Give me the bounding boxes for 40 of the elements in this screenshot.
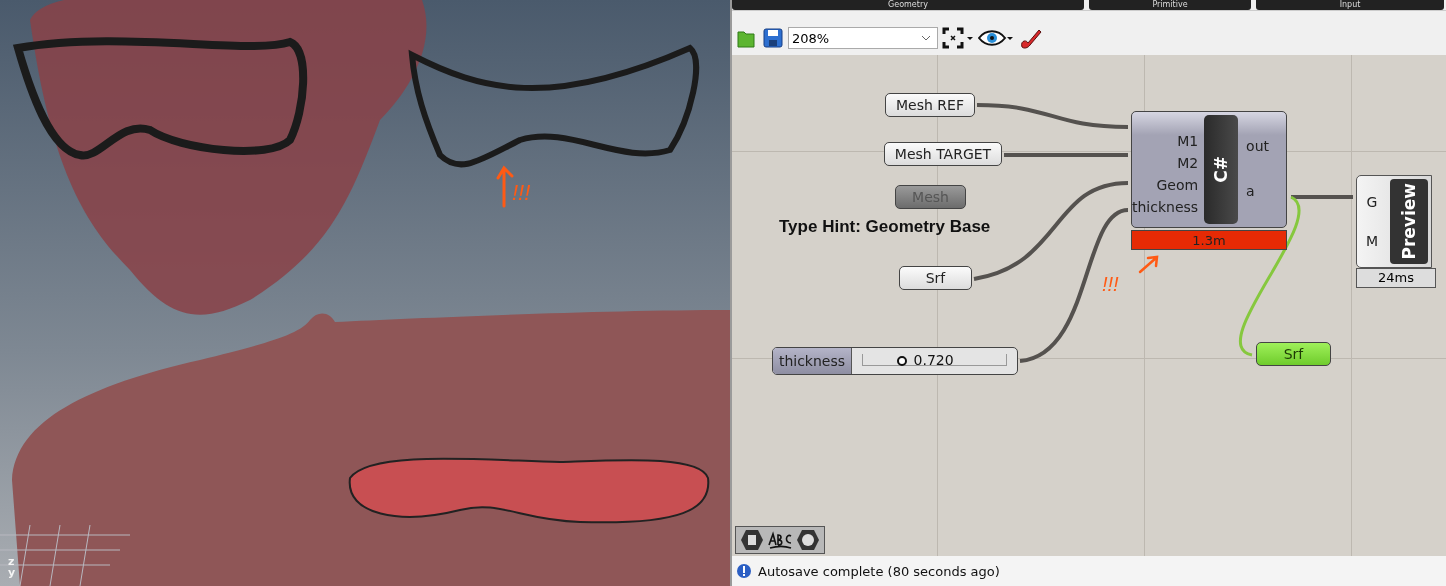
slider-knob[interactable] [896,356,907,366]
input-label: M1 [1177,132,1199,149]
input-label: thickness [1132,198,1199,215]
panel-tab[interactable]: Input [1256,0,1444,10]
runtime-label: 24ms [1356,268,1436,288]
hexagon-icon[interactable] [796,529,820,551]
output-label: a [1246,182,1256,199]
parameter-node[interactable]: Srf [1256,342,1331,366]
input-label: M [1365,233,1379,250]
panel-tab[interactable]: Primitive [1089,0,1251,10]
zoom-extents-icon[interactable] [942,27,974,49]
zoom-dropdown[interactable]: 208% [788,27,938,49]
output-label: out [1246,138,1270,155]
axis-label: z [8,556,16,567]
eye-icon[interactable] [978,27,1014,49]
component-capsule: C# [1204,115,1239,224]
runtime-bar: 1.3m [1131,230,1287,250]
type-hint-text: Type Hint: Geometry Base [779,217,991,237]
save-icon[interactable] [762,27,784,49]
component-capsule: Preview [1390,179,1428,264]
status-message: Autosave complete (80 seconds ago) [758,563,1000,579]
arrow-icon [1138,254,1160,274]
slider-label: thickness [773,348,852,374]
parameter-node[interactable]: Mesh REF [885,93,975,117]
annotation-text: !!! [512,180,531,206]
input-label: G [1366,193,1378,210]
number-slider[interactable]: thickness 0.720 [772,347,1018,375]
parameter-node[interactable]: Srf [899,266,972,290]
chevron-icon [921,35,931,41]
annotation-text: !!! [1102,273,1119,296]
input-label: M2 [1177,154,1199,171]
hexagon-icon[interactable] [740,529,764,551]
axis-label: y [8,567,16,578]
parameter-node[interactable]: Mesh TARGET [884,142,1002,166]
pen-icon[interactable] [1018,27,1042,49]
slider-value: 0.720 [913,352,954,368]
panel-tab[interactable]: Geometry [732,0,1084,10]
input-label: Geom [1156,176,1199,193]
info-icon [736,563,752,579]
arrow-icon [496,165,514,208]
